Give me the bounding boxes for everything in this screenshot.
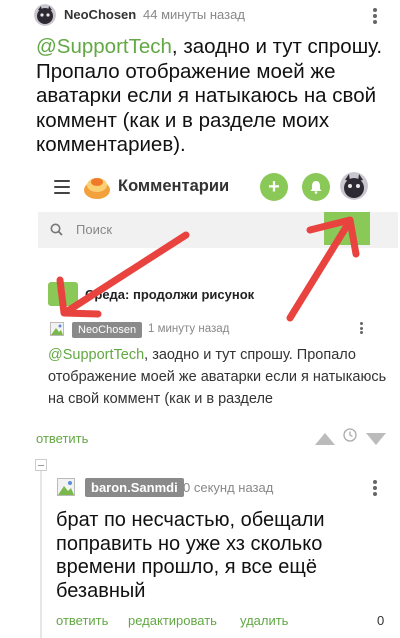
reply-rating: 0 [377,613,385,628]
edit-link[interactable]: редактировать [128,613,217,628]
reply-reply-link[interactable]: ответить [56,613,108,628]
reply-author-badge[interactable]: baron.Sanmdi [85,478,184,497]
comment-author[interactable]: NeoChosen [64,7,136,22]
reply-timestamp[interactable]: 0 секунд назад [183,480,273,495]
comment-timestamp[interactable]: 44 минуты назад [143,7,245,22]
thread-line [40,470,42,638]
collapse-thread-icon[interactable] [35,459,47,471]
downvote-icon[interactable] [366,432,386,450]
reply-more-options-icon[interactable] [368,478,382,498]
upvote-icon[interactable] [315,432,335,450]
mention-link[interactable]: @SupportTech [36,35,172,58]
embedded-screenshot: Комментарии + Поиск Среда: продолжи рису… [38,162,398,430]
clock-icon [343,428,357,447]
delete-link[interactable]: удалить [240,613,288,628]
reply-avatar[interactable] [57,478,75,501]
red-arrows [56,216,360,322]
more-options-icon[interactable] [368,6,382,26]
reply-text: брат по несчастью, обещали поправить но … [56,509,325,602]
comment-text: @SupportTech, заодно и тут спрошу. Пропа… [36,35,396,158]
reply-link[interactable]: ответить [36,431,88,446]
avatar[interactable] [34,4,56,26]
